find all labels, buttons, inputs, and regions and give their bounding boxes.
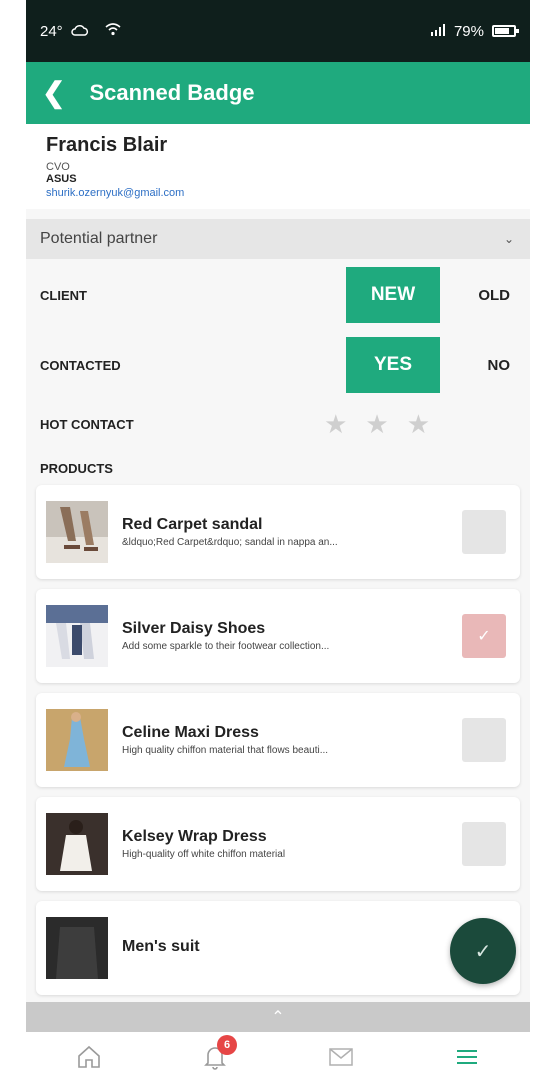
star-rating: ★ ★ ★ (324, 411, 430, 437)
client-old-button[interactable]: OLD (440, 287, 510, 304)
confirm-fab-button[interactable]: ✓ (450, 918, 516, 984)
client-label: CLIENT (40, 287, 87, 303)
expand-panel-handle[interactable]: ⌃ (26, 1002, 530, 1032)
back-chevron-icon[interactable]: ❮ (42, 79, 65, 107)
product-item[interactable]: Celine Maxi Dress High quality chiffon m… (36, 693, 520, 787)
app-frame: 24° 79% ❮ Scanned Badge Francis Blair CV… (26, 0, 530, 1086)
category-select[interactable]: Potential partner ⌄ (26, 219, 530, 259)
cloud-icon (71, 23, 89, 40)
contact-company: ASUS (46, 173, 77, 185)
product-thumbnail-wrap-dress (46, 813, 108, 875)
product-name: Kelsey Wrap Dress (122, 828, 267, 845)
contact-email[interactable]: shurik.ozernyuk@gmail.com (46, 187, 510, 199)
product-checkbox[interactable] (462, 822, 506, 866)
battery-percent: 79% (453, 22, 484, 40)
product-name: Silver Daisy Shoes (122, 620, 266, 637)
contacted-no-button[interactable]: NO (440, 357, 511, 374)
status-bar: 24° 79% (26, 0, 530, 62)
nav-menu[interactable] (437, 1039, 497, 1079)
product-thumbnail-sandal (46, 501, 108, 563)
contact-role: CVO (46, 161, 70, 173)
product-checkbox[interactable] (462, 718, 506, 762)
chevron-down-icon: ⌄ (503, 232, 514, 246)
star-icon[interactable]: ★ (365, 411, 388, 437)
page-title: Scanned Badge (89, 80, 255, 105)
product-description: &ldquo;Red Carpet&rdquo; sandal in nappa… (122, 537, 338, 548)
products-label: PRODUCTS (40, 461, 113, 476)
product-checkbox[interactable] (462, 510, 506, 554)
chevron-up-icon: ⌃ (271, 1009, 285, 1026)
product-item[interactable]: Red Carpet sandal &ldquo;Red Carpet&rdqu… (36, 485, 520, 579)
nav-home[interactable] (59, 1039, 119, 1079)
menu-icon (455, 1048, 479, 1071)
contacted-yes-button[interactable]: YES (346, 337, 440, 393)
wifi-icon (105, 22, 121, 40)
hot-contact-row: HOT CONTACT ★ ★ ★ (26, 395, 530, 453)
product-checkbox[interactable]: ✓ (462, 614, 506, 658)
home-icon (76, 1045, 102, 1074)
product-item[interactable]: Kelsey Wrap Dress High-quality off white… (36, 797, 520, 891)
client-new-button[interactable]: NEW (346, 267, 440, 323)
star-icon[interactable]: ★ (324, 411, 347, 437)
category-value: Potential partner (40, 230, 158, 247)
product-name: Celine Maxi Dress (122, 724, 259, 741)
check-icon: ✓ (474, 940, 492, 963)
product-name: Red Carpet sandal (122, 516, 263, 533)
check-icon: ✓ (477, 628, 491, 645)
nav-messages[interactable] (311, 1039, 371, 1079)
product-item[interactable]: Silver Daisy Shoes Add some sparkle to t… (36, 589, 520, 683)
app-header: ❮ Scanned Badge (26, 62, 530, 124)
notification-badge: 6 (217, 1035, 237, 1055)
product-name: Men's suit (122, 937, 200, 955)
product-item[interactable]: Men's suit (36, 901, 520, 995)
temperature: 24° (40, 22, 63, 40)
contacted-label: CONTACTED (40, 357, 121, 373)
product-thumbnail-dress (46, 709, 108, 771)
product-description: High-quality off white chiffon material (122, 849, 286, 860)
bottom-nav: 6 (26, 1032, 530, 1086)
product-description: High quality chiffon material that flows… (122, 745, 329, 756)
mail-icon (328, 1047, 354, 1072)
contact-card: Francis Blair CVO ASUS shurik.ozernyuk@g… (26, 124, 530, 209)
client-row: CLIENT NEW OLD (26, 265, 530, 325)
battery-fill (495, 28, 510, 34)
products-list: Red Carpet sandal &ldquo;Red Carpet&rdqu… (26, 485, 530, 995)
battery-icon (492, 25, 519, 37)
contact-name: Francis Blair (46, 134, 168, 156)
contacted-row: CONTACTED YES NO (26, 335, 530, 395)
hot-contact-label: HOT CONTACT (40, 416, 134, 432)
product-thumbnail-suit (46, 917, 108, 979)
star-icon[interactable]: ★ (407, 411, 430, 437)
product-thumbnail-shoes (46, 605, 108, 667)
product-description: Add some sparkle to their footwear colle… (122, 641, 330, 652)
signal-icon (430, 23, 446, 40)
nav-notifications[interactable]: 6 (185, 1035, 245, 1079)
